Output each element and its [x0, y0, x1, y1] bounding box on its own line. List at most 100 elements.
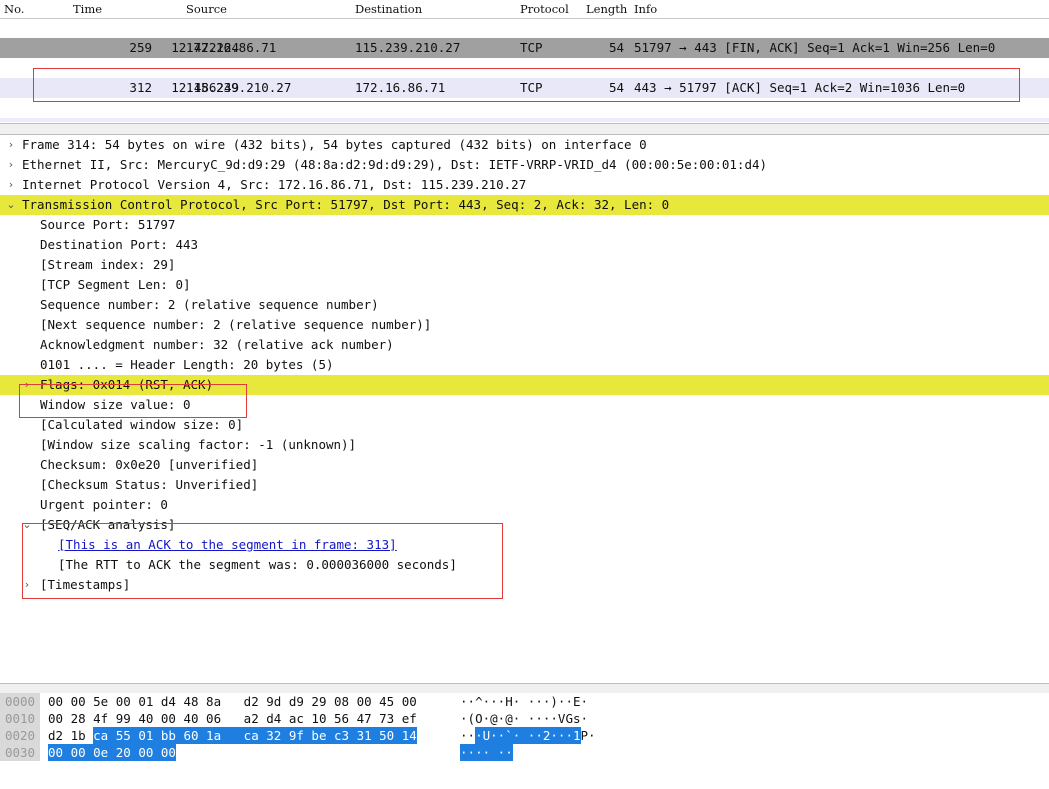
hex-byte[interactable]: 00: [138, 744, 161, 761]
hex-byte[interactable]: d4: [266, 710, 289, 727]
hex-dump-row[interactable]: 00 00 00 00 5e 00 01 d4 48 8a d2 9d d9 29 …: [0, 693, 1049, 710]
hex-dump-row[interactable]: 0030 00 00 0e 20 00 00 ···· ··: [0, 744, 1049, 761]
detail-tree-row[interactable]: 0101 .... = Header Length: 20 bytes (5): [0, 355, 1049, 375]
hex-byte[interactable]: d9: [289, 693, 312, 710]
hex-byte[interactable]: 01: [138, 693, 161, 710]
detail-tree-row[interactable]: › Internet Protocol Version 4, Src: 172.1…: [0, 175, 1049, 195]
hex-byte[interactable]: bb: [160, 727, 184, 744]
hex-byte[interactable]: 00: [357, 693, 380, 710]
hex-byte[interactable]: 10: [311, 710, 334, 727]
hex-byte[interactable]: 00: [160, 744, 176, 761]
hex-byte[interactable]: 31: [356, 727, 380, 744]
hex-byte[interactable]: 9f: [288, 727, 312, 744]
hex-byte[interactable]: 4f: [93, 710, 116, 727]
hex-byte[interactable]: 47: [357, 710, 380, 727]
hex-byte[interactable]: c3: [334, 727, 357, 744]
hex-byte[interactable]: 00: [116, 693, 139, 710]
hex-byte[interactable]: 28: [71, 710, 94, 727]
hex-byte[interactable]: 40: [183, 710, 206, 727]
hex-ascii-group[interactable]: ···U··`· ··2···1P·: [460, 727, 596, 744]
hex-byte[interactable]: d2: [229, 693, 267, 710]
hex-byte[interactable]: 8a: [206, 693, 229, 710]
packet-detail-pane[interactable]: › Frame 314: 54 bytes on wire (432 bits),…: [0, 135, 1049, 685]
hex-byte[interactable]: 5e: [93, 693, 116, 710]
hex-byte[interactable]: 55: [115, 727, 139, 744]
hex-byte[interactable]: 73: [379, 710, 402, 727]
column-header-info[interactable]: Info: [634, 2, 657, 16]
detail-tree-row[interactable]: [Stream index: 29]: [0, 255, 1049, 275]
hex-byte[interactable]: 00: [70, 744, 94, 761]
table-row[interactable]: 312 12.486249 115.239.210.27 172.16.86.7…: [0, 78, 1049, 98]
hex-byte[interactable]: 06: [206, 710, 229, 727]
hex-ascii-group[interactable]: ··^···H· ···)··E·: [460, 693, 588, 710]
table-row[interactable]: 313 12.487201 115.239.210.27 172.16.86.7…: [0, 118, 1049, 122]
chevron-right-icon[interactable]: ›: [21, 375, 33, 395]
hex-bytes-group[interactable]: d2 1b ca 55 01 bb 60 1a ca 32 9f be c3 3…: [48, 727, 417, 744]
detail-tree-row[interactable]: › Ethernet II, Src: MercuryC_9d:d9:29 (48…: [0, 155, 1049, 175]
chevron-down-icon[interactable]: ⌄: [21, 515, 33, 535]
detail-tree-row[interactable]: ⌄ [SEQ/ACK analysis]: [0, 515, 1049, 535]
detail-tree-row[interactable]: › Frame 314: 54 bytes on wire (432 bits),…: [0, 135, 1049, 155]
hex-byte[interactable]: 99: [116, 710, 139, 727]
chevron-right-icon[interactable]: ›: [5, 155, 17, 175]
hex-byte[interactable]: 00: [48, 710, 71, 727]
hex-byte[interactable]: be: [311, 727, 334, 744]
hex-byte[interactable]: 56: [334, 710, 357, 727]
detail-tree-row[interactable]: ⌄ Transmission Control Protocol, Src Port…: [0, 195, 1049, 215]
hex-byte[interactable]: 50: [379, 727, 402, 744]
column-header-destination[interactable]: Destination: [355, 2, 422, 16]
detail-tree-row[interactable]: Acknowledgment number: 32 (relative ack …: [0, 335, 1049, 355]
detail-tree-row[interactable]: [Window size scaling factor: -1 (unknown…: [0, 435, 1049, 455]
hex-byte[interactable]: 00: [48, 693, 71, 710]
hex-byte[interactable]: 01: [138, 727, 161, 744]
hex-bytes-group[interactable]: 00 00 5e 00 01 d4 48 8a d2 9d d9 29 08 0…: [48, 693, 417, 710]
hex-byte[interactable]: a2: [229, 710, 267, 727]
detail-tree-row[interactable]: [Checksum Status: Unverified]: [0, 475, 1049, 495]
hex-byte[interactable]: 20: [115, 744, 139, 761]
hex-byte[interactable]: 45: [379, 693, 402, 710]
hex-bytes-group[interactable]: 00 28 4f 99 40 00 40 06 a2 d4 ac 10 56 4…: [48, 710, 417, 727]
hex-byte[interactable]: ac: [289, 710, 312, 727]
hex-byte[interactable]: 48: [183, 693, 206, 710]
hex-byte[interactable]: 29: [311, 693, 334, 710]
hex-ascii-group[interactable]: ·(O·@·@· ····VGs·: [460, 710, 588, 727]
hex-byte[interactable]: 00: [48, 744, 71, 761]
hex-byte[interactable]: ca: [228, 727, 267, 744]
hex-dump-row[interactable]: 00 10 00 28 4f 99 40 00 40 06 a2 d4 ac 10 …: [0, 710, 1049, 727]
detail-tree-row[interactable]: › Flags: 0x014 (RST, ACK): [0, 375, 1049, 395]
detail-tree-row[interactable]: Sequence number: 2 (relative sequence nu…: [0, 295, 1049, 315]
hex-dump-row[interactable]: 0020 d2 1b ca 55 01 bb 60 1a ca 32 9f be …: [0, 727, 1049, 744]
detail-tree-row[interactable]: [TCP Segment Len: 0]: [0, 275, 1049, 295]
pane-splitter-top[interactable]: [0, 123, 1049, 135]
hex-byte[interactable]: d4: [161, 693, 184, 710]
hex-byte[interactable]: 14: [401, 727, 417, 744]
hex-byte[interactable]: 1b: [71, 727, 94, 744]
column-header-length[interactable]: Length: [586, 2, 627, 16]
detail-tree-row[interactable]: Checksum: 0x0e20 [unverified]: [0, 455, 1049, 475]
hex-ascii-group[interactable]: ···· ··: [460, 744, 513, 761]
detail-tree-row[interactable]: [This is an ACK to the segment in frame:…: [0, 535, 1049, 555]
hex-byte[interactable]: 0e: [93, 744, 116, 761]
packet-bytes-pane[interactable]: 0000 00 00 5e 00 01 d4 48 8a d2 9d d9 29 …: [0, 693, 1049, 789]
hex-byte[interactable]: ef: [402, 710, 417, 727]
hex-byte[interactable]: d2: [48, 727, 71, 744]
hex-byte[interactable]: 60: [183, 727, 207, 744]
hex-byte[interactable]: 9d: [266, 693, 289, 710]
detail-tree-row[interactable]: › [Timestamps]: [0, 575, 1049, 595]
hex-byte[interactable]: 00: [161, 710, 184, 727]
column-header-protocol[interactable]: Protocol: [520, 2, 569, 16]
table-row[interactable]: 259 12.472224 172.16.86.71 115.239.210.2…: [0, 38, 1049, 58]
column-header-source[interactable]: Source: [186, 2, 227, 16]
packet-list-pane[interactable]: No. Time Source Destination Protocol Len…: [0, 0, 1049, 122]
hex-byte[interactable]: 40: [138, 710, 161, 727]
detail-tree-row[interactable]: [Calculated window size: 0]: [0, 415, 1049, 435]
chevron-right-icon[interactable]: ›: [21, 575, 33, 595]
hex-byte[interactable]: 1a: [206, 727, 229, 744]
column-header-no[interactable]: No.: [4, 2, 24, 16]
hex-bytes-group[interactable]: 00 00 0e 20 00 00: [48, 744, 176, 761]
detail-tree-row[interactable]: Destination Port: 443: [0, 235, 1049, 255]
packet-list-header[interactable]: No. Time Source Destination Protocol Len…: [0, 0, 1049, 19]
detail-tree-row[interactable]: Window size value: 0: [0, 395, 1049, 415]
detail-tree-row-label[interactable]: [This is an ACK to the segment in frame:…: [58, 535, 397, 555]
detail-tree-row[interactable]: Source Port: 51797: [0, 215, 1049, 235]
